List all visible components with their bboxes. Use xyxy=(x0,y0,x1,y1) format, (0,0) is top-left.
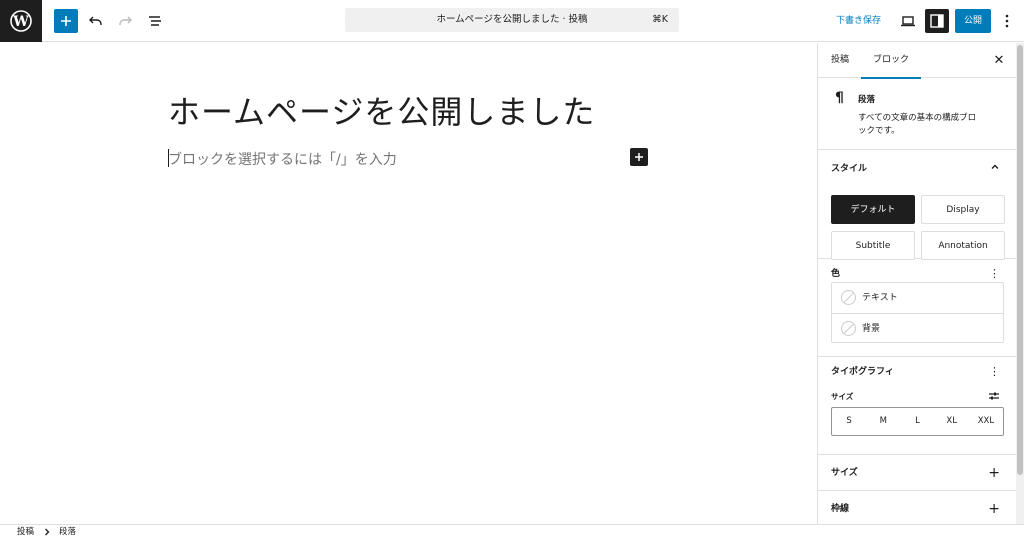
custom-size-settings-icon[interactable] xyxy=(988,387,1000,406)
style-subtitle-button[interactable]: Subtitle xyxy=(831,231,915,260)
style-annotation-button[interactable]: Annotation xyxy=(921,231,1005,260)
block-breadcrumb: 投稿 段落 xyxy=(0,524,1024,539)
border-panel-title: 枠線 xyxy=(831,504,850,514)
tab-block[interactable]: ブロック xyxy=(861,43,922,79)
list-view-icon xyxy=(149,16,161,26)
more-vertical-icon xyxy=(1005,14,1009,28)
chevron-up-icon xyxy=(990,150,1000,188)
empty-swatch-icon xyxy=(841,321,856,336)
editor-top-toolbar: W ホームページを公開しました · 投稿 ⌘K 下書き保存 公開 xyxy=(0,0,1024,42)
border-panel[interactable]: 枠線 + xyxy=(818,491,1016,524)
settings-sidebar: 投稿 ブロック ✕ ¶ 段落 すべての文章の基本の構成ブロックです。 スタイル … xyxy=(817,43,1016,524)
editor-canvas[interactable]: ホームページを公開しました ブロックを選択するには「/」を入力 xyxy=(0,43,817,524)
wordpress-logo-icon[interactable]: W xyxy=(0,0,42,42)
tab-post[interactable]: 投稿 xyxy=(819,43,861,78)
paragraph-placeholder[interactable]: ブロックを選択するには「/」を入力 xyxy=(168,149,397,169)
typography-panel-title: タイポグラフィ xyxy=(831,367,894,377)
settings-toggle-button[interactable] xyxy=(925,9,949,33)
post-title[interactable]: ホームページを公開しました xyxy=(168,87,595,133)
block-card: ¶ 段落 すべての文章の基本の構成ブロックです。 xyxy=(818,78,1016,150)
options-button[interactable] xyxy=(998,9,1016,33)
document-overview-button[interactable] xyxy=(143,9,167,33)
more-vertical-icon[interactable]: ⋮ xyxy=(989,357,1000,387)
block-inserter-toggle-button[interactable] xyxy=(54,9,78,33)
color-items: テキスト 背景 xyxy=(831,282,1004,343)
block-description: すべての文章の基本の構成ブロックです。 xyxy=(858,113,977,136)
close-icon[interactable]: ✕ xyxy=(990,52,1008,70)
font-size-m[interactable]: M xyxy=(866,408,900,435)
save-draft-button[interactable]: 下書き保存 xyxy=(830,9,887,33)
plus-icon: + xyxy=(988,465,1000,481)
styles-panel-header[interactable]: スタイル xyxy=(818,150,1016,188)
plus-icon xyxy=(61,16,71,26)
font-size-xl[interactable]: XL xyxy=(935,408,969,435)
border-panel-header[interactable]: 枠線 + xyxy=(818,491,1016,524)
plus-icon: + xyxy=(988,501,1000,517)
font-size-s[interactable]: S xyxy=(832,408,866,435)
font-size-picker: S M L XL XXL xyxy=(831,407,1004,436)
breadcrumb-paragraph[interactable]: 段落 xyxy=(59,527,76,538)
block-name: 段落 xyxy=(858,95,876,105)
sidebar-tabs: 投稿 ブロック ✕ xyxy=(818,43,1016,79)
redo-button[interactable] xyxy=(113,9,137,33)
style-default-button[interactable]: デフォルト xyxy=(831,195,915,224)
typography-panel: タイポグラフィ ⋮ サイズ S M L XL XXL xyxy=(818,357,1016,455)
command-palette-bar[interactable]: ホームページを公開しました · 投稿 ⌘K xyxy=(345,8,679,32)
plus-icon xyxy=(635,153,643,161)
color-item-text-label: テキスト xyxy=(862,293,898,303)
publish-button[interactable]: 公開 xyxy=(955,9,991,33)
breadcrumb-post[interactable]: 投稿 xyxy=(17,527,34,538)
undo-icon xyxy=(89,16,102,25)
font-size-label: サイズ xyxy=(831,392,854,401)
styles-panel-title: スタイル xyxy=(831,164,868,174)
command-shortcut: ⌘K xyxy=(652,14,668,25)
color-item-background[interactable]: 背景 xyxy=(832,313,1003,343)
color-item-background-label: 背景 xyxy=(862,324,881,334)
font-size-xxl[interactable]: XXL xyxy=(969,408,1003,435)
dimensions-panel-header[interactable]: サイズ + xyxy=(818,455,1016,491)
dimensions-panel-title: サイズ xyxy=(831,468,858,478)
color-panel-title: 色 xyxy=(831,269,841,279)
dimensions-panel[interactable]: サイズ + xyxy=(818,455,1016,491)
sidebar-icon xyxy=(930,14,944,28)
inline-block-inserter-button[interactable] xyxy=(630,148,648,166)
paragraph-icon: ¶ xyxy=(835,90,844,106)
redo-icon xyxy=(119,16,132,25)
empty-swatch-icon xyxy=(841,290,856,305)
color-panel: 色 ⋮ テキスト 背景 xyxy=(818,259,1016,357)
scrollbar-thumb[interactable] xyxy=(1017,45,1023,475)
color-item-text[interactable]: テキスト xyxy=(832,283,1003,313)
document-title: ホームページを公開しました · 投稿 xyxy=(436,14,588,25)
typography-panel-header: タイポグラフィ ⋮ xyxy=(818,357,1016,387)
undo-button[interactable] xyxy=(84,9,108,33)
sidebar-scrollbar[interactable] xyxy=(1016,43,1024,524)
svg-text:W: W xyxy=(12,14,29,30)
preview-button[interactable] xyxy=(896,9,920,33)
desktop-icon xyxy=(901,16,915,27)
font-size-l[interactable]: L xyxy=(900,408,934,435)
style-display-button[interactable]: Display xyxy=(921,195,1005,224)
styles-panel: スタイル デフォルト Display Subtitle Annotation xyxy=(818,150,1016,260)
